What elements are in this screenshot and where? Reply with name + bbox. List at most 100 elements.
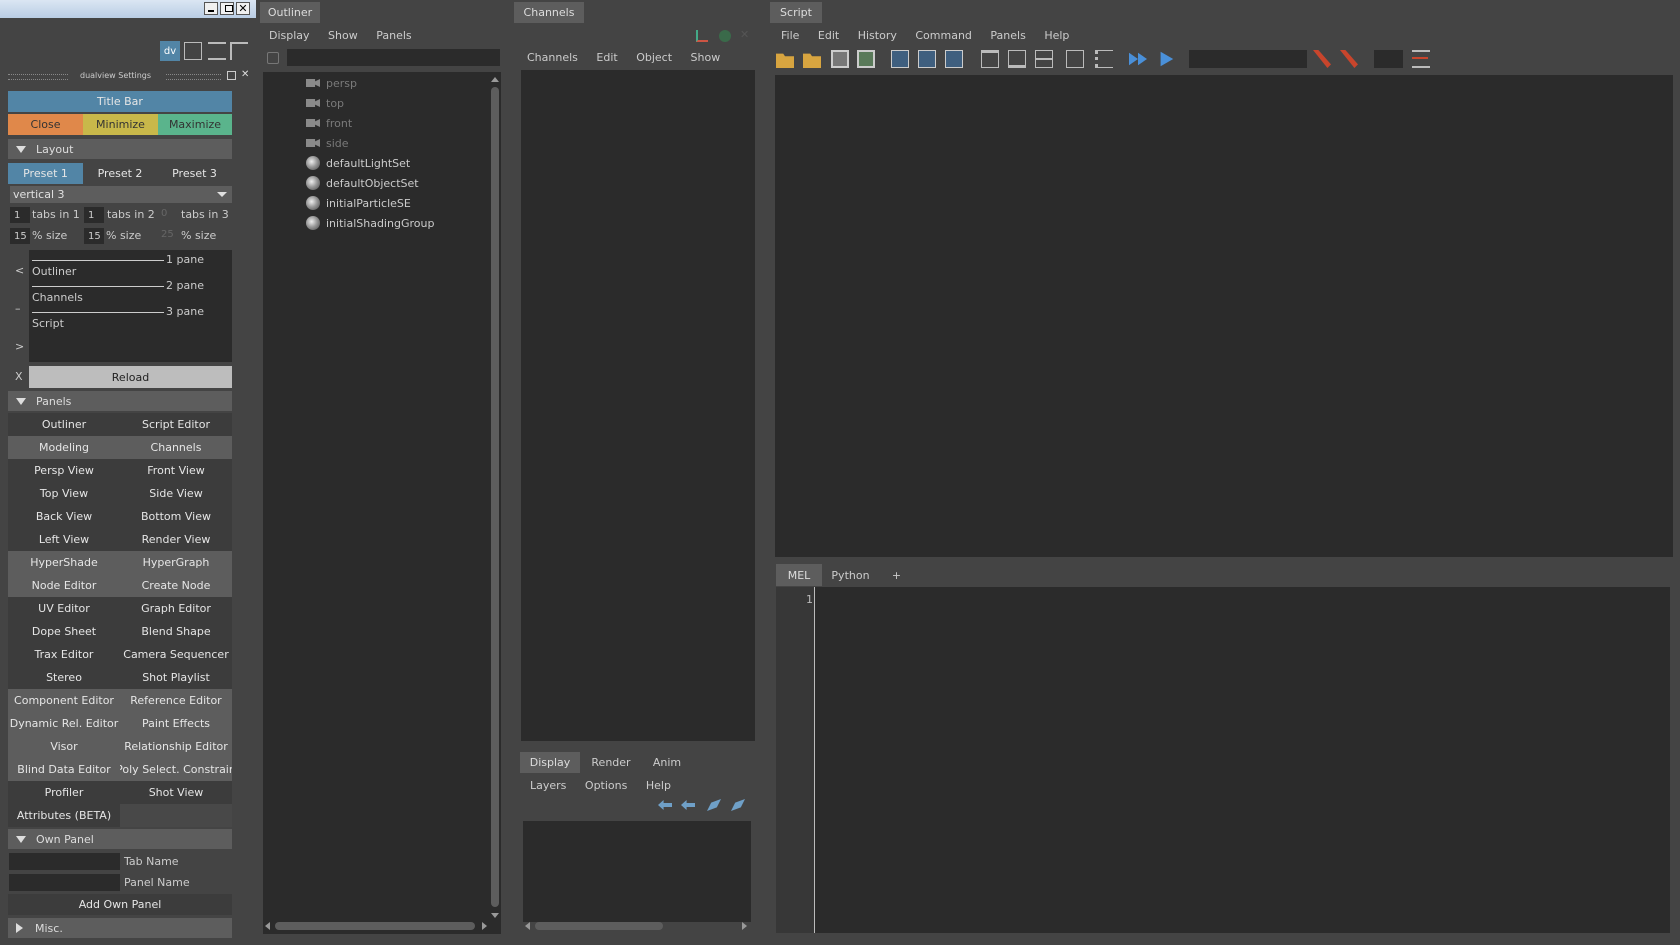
show-input-icon[interactable] bbox=[1008, 50, 1026, 68]
reload-button[interactable]: Reload bbox=[29, 366, 232, 388]
outliner-item[interactable]: front bbox=[306, 113, 352, 133]
menu-command[interactable]: Command bbox=[915, 29, 972, 42]
panel-button-top-view[interactable]: Top View bbox=[8, 482, 120, 505]
clear-all-icon[interactable] bbox=[945, 50, 963, 68]
search-down-icon[interactable] bbox=[1313, 50, 1331, 68]
tab-python[interactable]: Python bbox=[824, 564, 877, 586]
outliner-item[interactable]: initialParticleSE bbox=[306, 193, 411, 213]
settings-drag-handle-right[interactable] bbox=[166, 74, 221, 80]
indent-field[interactable] bbox=[1374, 50, 1403, 68]
outliner-item[interactable]: top bbox=[306, 93, 344, 113]
menu-show[interactable]: Show bbox=[691, 51, 721, 64]
scroll-up-icon[interactable] bbox=[491, 77, 499, 82]
execute-all-icon[interactable] bbox=[1129, 52, 1147, 66]
own-panel-section-header[interactable]: Own Panel bbox=[8, 829, 232, 849]
panel-button-shot-playlist[interactable]: Shot Playlist bbox=[120, 666, 232, 689]
panel-button-create-node[interactable]: Create Node bbox=[120, 574, 232, 597]
outliner-item[interactable]: initialShadingGroup bbox=[306, 213, 434, 233]
outliner-filter-icon[interactable] bbox=[267, 52, 279, 64]
close-settings-icon[interactable]: ✕ bbox=[241, 69, 249, 80]
menu-file[interactable]: File bbox=[781, 29, 799, 42]
scroll-right-icon[interactable] bbox=[742, 922, 747, 930]
scroll-left-icon[interactable] bbox=[265, 922, 270, 930]
save-script-icon[interactable] bbox=[831, 50, 849, 68]
hscroll-thumb[interactable] bbox=[535, 922, 663, 930]
outliner-vscrollbar[interactable] bbox=[490, 75, 500, 920]
layout-section-header[interactable]: Layout bbox=[8, 139, 232, 159]
echo-commands-icon[interactable] bbox=[1066, 50, 1084, 68]
outliner-item[interactable]: side bbox=[306, 133, 349, 153]
tab-outliner[interactable]: Outliner bbox=[260, 2, 320, 23]
panel-button-dope-sheet[interactable]: Dope Sheet bbox=[8, 620, 120, 643]
axis-icon[interactable] bbox=[696, 30, 708, 42]
size-3-field[interactable]: 25 bbox=[161, 229, 174, 240]
dv-icon[interactable]: dv bbox=[160, 41, 180, 61]
title-bar-button[interactable]: Title Bar bbox=[8, 91, 232, 112]
add-tab-button[interactable]: + bbox=[880, 564, 913, 586]
menu-display[interactable]: Display bbox=[269, 29, 310, 42]
tabs-in-2-field[interactable]: 1 bbox=[84, 207, 104, 223]
source-script-icon[interactable] bbox=[803, 53, 821, 68]
pane-item-script[interactable]: Script bbox=[32, 317, 64, 330]
tab-channels[interactable]: Channels bbox=[514, 2, 584, 23]
outliner-item[interactable]: persp bbox=[306, 73, 357, 93]
vscroll-thumb[interactable] bbox=[491, 87, 499, 907]
preset-2-button[interactable]: Preset 2 bbox=[83, 163, 157, 184]
panels-section-header[interactable]: Panels bbox=[8, 391, 232, 411]
show-history-icon[interactable] bbox=[981, 50, 999, 68]
panel-button-trax-editor[interactable]: Trax Editor bbox=[8, 643, 120, 666]
panel-button-reference-editor[interactable]: Reference Editor bbox=[120, 689, 232, 712]
preset-3-button[interactable]: Preset 3 bbox=[157, 163, 232, 184]
layer-hscrollbar[interactable] bbox=[525, 921, 747, 931]
scroll-down-icon[interactable] bbox=[491, 913, 499, 918]
tab-script[interactable]: Script bbox=[770, 2, 822, 23]
panel-button-blend-shape[interactable]: Blend Shape bbox=[120, 620, 232, 643]
pane-item-outliner[interactable]: Outliner bbox=[32, 265, 76, 278]
panel-button-uv-editor[interactable]: UV Editor bbox=[8, 597, 120, 620]
search-up-icon[interactable] bbox=[1340, 50, 1358, 68]
tabs-in-3-field[interactable]: 0 bbox=[161, 208, 167, 219]
arrow-right-button[interactable]: > bbox=[15, 340, 24, 353]
outliner-hscrollbar[interactable] bbox=[265, 921, 487, 931]
move-layer-down-icon[interactable] bbox=[681, 800, 695, 810]
tab-display[interactable]: Display bbox=[520, 752, 580, 773]
panel-button-component-editor[interactable]: Component Editor bbox=[8, 689, 120, 712]
panel-button-side-view[interactable]: Side View bbox=[120, 482, 232, 505]
minimize-window-button[interactable] bbox=[204, 2, 218, 15]
panel-button-modeling[interactable]: Modeling bbox=[8, 436, 120, 459]
misc-section-header[interactable]: Misc. bbox=[8, 918, 232, 938]
script-history-area[interactable] bbox=[775, 75, 1673, 557]
panel-button-profiler[interactable]: Profiler bbox=[8, 781, 120, 804]
menu-layers[interactable]: Layers bbox=[530, 779, 566, 792]
panel-button-node-editor[interactable]: Node Editor bbox=[8, 574, 120, 597]
add-own-panel-button[interactable]: Add Own Panel bbox=[8, 894, 232, 915]
preset-1-button[interactable]: Preset 1 bbox=[8, 163, 83, 184]
panel-button-front-view[interactable]: Front View bbox=[120, 459, 232, 482]
panel-button-bottom-view[interactable]: Bottom View bbox=[120, 505, 232, 528]
script-input-area[interactable] bbox=[776, 587, 1670, 933]
scroll-right-icon[interactable] bbox=[482, 922, 487, 930]
tab-mel[interactable]: MEL bbox=[776, 564, 822, 586]
close-window-button[interactable]: ✕ bbox=[236, 2, 250, 15]
save-to-shelf-icon[interactable] bbox=[857, 50, 875, 68]
open-script-icon[interactable] bbox=[776, 53, 794, 68]
menu-channels[interactable]: Channels bbox=[527, 51, 578, 64]
panel-button-outliner[interactable]: Outliner bbox=[8, 413, 120, 436]
outliner-item[interactable]: defaultObjectSet bbox=[306, 173, 419, 193]
list-tree-icon[interactable] bbox=[230, 42, 248, 60]
menu-show[interactable]: Show bbox=[328, 29, 358, 42]
panel-button-persp-view[interactable]: Persp View bbox=[8, 459, 120, 482]
menu-object[interactable]: Object bbox=[636, 51, 672, 64]
restore-window-button[interactable] bbox=[220, 2, 234, 15]
menu-options[interactable]: Options bbox=[585, 779, 627, 792]
maximize-button[interactable]: Maximize bbox=[158, 114, 232, 135]
menu-panels[interactable]: Panels bbox=[990, 29, 1025, 42]
show-both-icon[interactable] bbox=[1035, 50, 1053, 68]
scroll-left-icon[interactable] bbox=[525, 922, 530, 930]
layout-icon[interactable] bbox=[184, 42, 202, 60]
execute-icon[interactable] bbox=[1160, 51, 1174, 67]
panel-button-render-view[interactable]: Render View bbox=[120, 528, 232, 551]
size-1-field[interactable]: 15 bbox=[10, 228, 30, 244]
panel-button-graph-editor[interactable]: Graph Editor bbox=[120, 597, 232, 620]
tabs-in-1-field[interactable]: 1 bbox=[10, 207, 30, 223]
